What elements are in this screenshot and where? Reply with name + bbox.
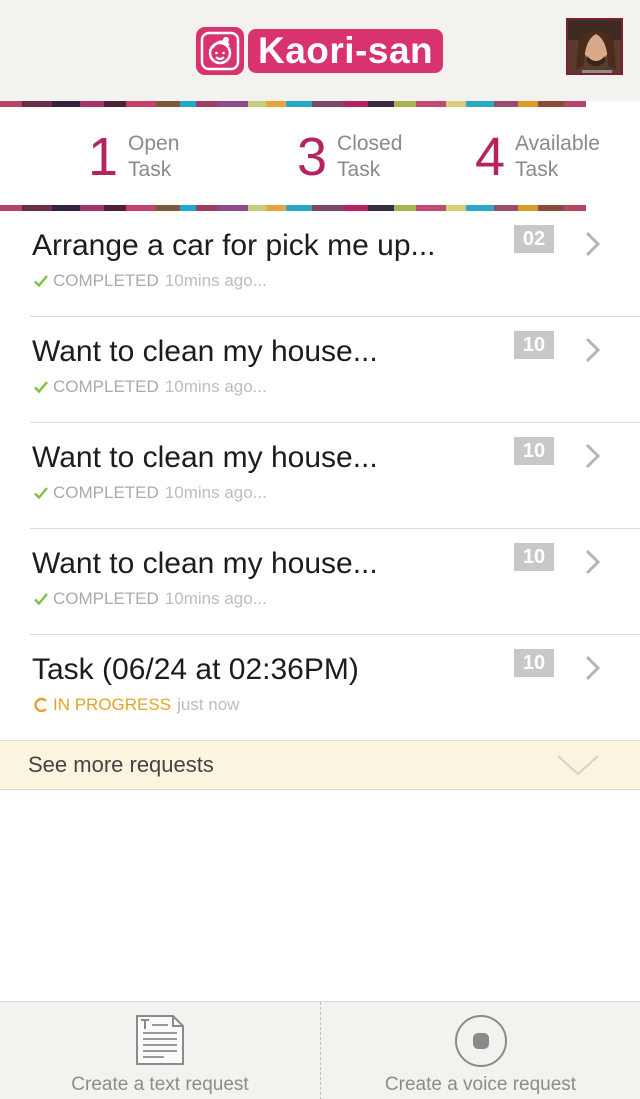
status-time: 10mins ago... (164, 589, 267, 608)
stat-open-count: 1 (88, 127, 119, 187)
status-label: COMPLETED (53, 377, 159, 396)
chevron-right-icon (585, 443, 601, 469)
app-header: Kaori-san (0, 0, 640, 101)
chevron-right-icon (585, 337, 601, 363)
task-title: Arrange a car for pick me up... (32, 229, 436, 262)
stat-closed-count: 3 (297, 127, 328, 187)
task-status: COMPLETED 10mins ago... (32, 271, 267, 291)
task-title: Want to clean my house... (32, 441, 378, 474)
status-label: COMPLETED (53, 483, 159, 502)
count-badge: 10 (514, 649, 554, 677)
app-name: Kaori-san (248, 29, 444, 73)
app-logo: Kaori-san (196, 27, 444, 75)
checkmark-icon (32, 590, 50, 608)
see-more-requests-button[interactable]: See more requests (0, 740, 640, 790)
chevron-right-icon (585, 549, 601, 575)
stat-available-count: 4 (475, 127, 506, 187)
stat-available-label: Available Task (515, 132, 600, 181)
task-title: Task (06/24 at 02:36PM) (32, 653, 359, 686)
task-status: COMPLETED 10mins ago... (32, 377, 267, 397)
chevron-right-icon (585, 231, 601, 257)
stat-closed-label: Closed Task (337, 132, 403, 181)
count-badge: 10 (514, 543, 554, 571)
task-row[interactable]: Want to clean my house... COMPLETED 10mi… (0, 423, 640, 529)
task-title: Want to clean my house... (32, 335, 378, 368)
status-label: COMPLETED (53, 271, 159, 290)
status-time: 10mins ago... (164, 271, 267, 290)
voice-request-label: Create a voice request (384, 1074, 577, 1095)
task-row[interactable]: Want to clean my house... COMPLETED 10mi… (0, 317, 640, 423)
task-row[interactable]: Arrange a car for pick me up... COMPLETE… (0, 211, 640, 317)
checkmark-icon (32, 272, 50, 290)
create-text-request-button[interactable]: Create a text request (0, 1002, 320, 1099)
task-stats: 1 Open Task 3 Closed Task 4 Available Ta… (0, 107, 640, 205)
stat-available[interactable]: 4 Available Task (475, 127, 600, 187)
status-time: just now (177, 695, 240, 714)
see-more-label: See more requests (28, 752, 214, 777)
status-label: IN PROGRESS (53, 695, 172, 714)
text-request-label: Create a text request (71, 1074, 249, 1095)
status-label: COMPLETED (53, 589, 159, 608)
stat-open-label: Open Task (128, 132, 180, 181)
task-title: Want to clean my house... (32, 547, 378, 580)
bottom-action-bar: Create a text request Create a voice req… (0, 1001, 640, 1099)
status-time: 10mins ago... (164, 483, 267, 502)
girl-face-icon (196, 27, 244, 75)
text-document-icon (136, 1015, 184, 1065)
task-status: COMPLETED 10mins ago... (32, 589, 267, 609)
count-badge: 10 (514, 331, 554, 359)
task-status: IN PROGRESS just now (32, 695, 239, 715)
status-time: 10mins ago... (164, 377, 267, 396)
spinner-icon (32, 696, 50, 714)
record-icon (454, 1015, 507, 1067)
task-status: COMPLETED 10mins ago... (32, 483, 267, 503)
create-voice-request-button[interactable]: Create a voice request (320, 1002, 640, 1099)
user-avatar[interactable] (566, 18, 623, 75)
chevron-right-icon (585, 655, 601, 681)
count-badge: 02 (514, 225, 554, 253)
chevron-down-icon (557, 755, 599, 776)
count-badge: 10 (514, 437, 554, 465)
stat-open[interactable]: 1 Open Task (88, 127, 179, 187)
checkmark-icon (32, 484, 50, 502)
stat-closed[interactable]: 3 Closed Task (297, 127, 402, 187)
task-row[interactable]: Task (06/24 at 02:36PM) IN PROGRESS just… (0, 635, 640, 740)
task-row[interactable]: Want to clean my house... COMPLETED 10mi… (0, 529, 640, 635)
checkmark-icon (32, 378, 50, 396)
